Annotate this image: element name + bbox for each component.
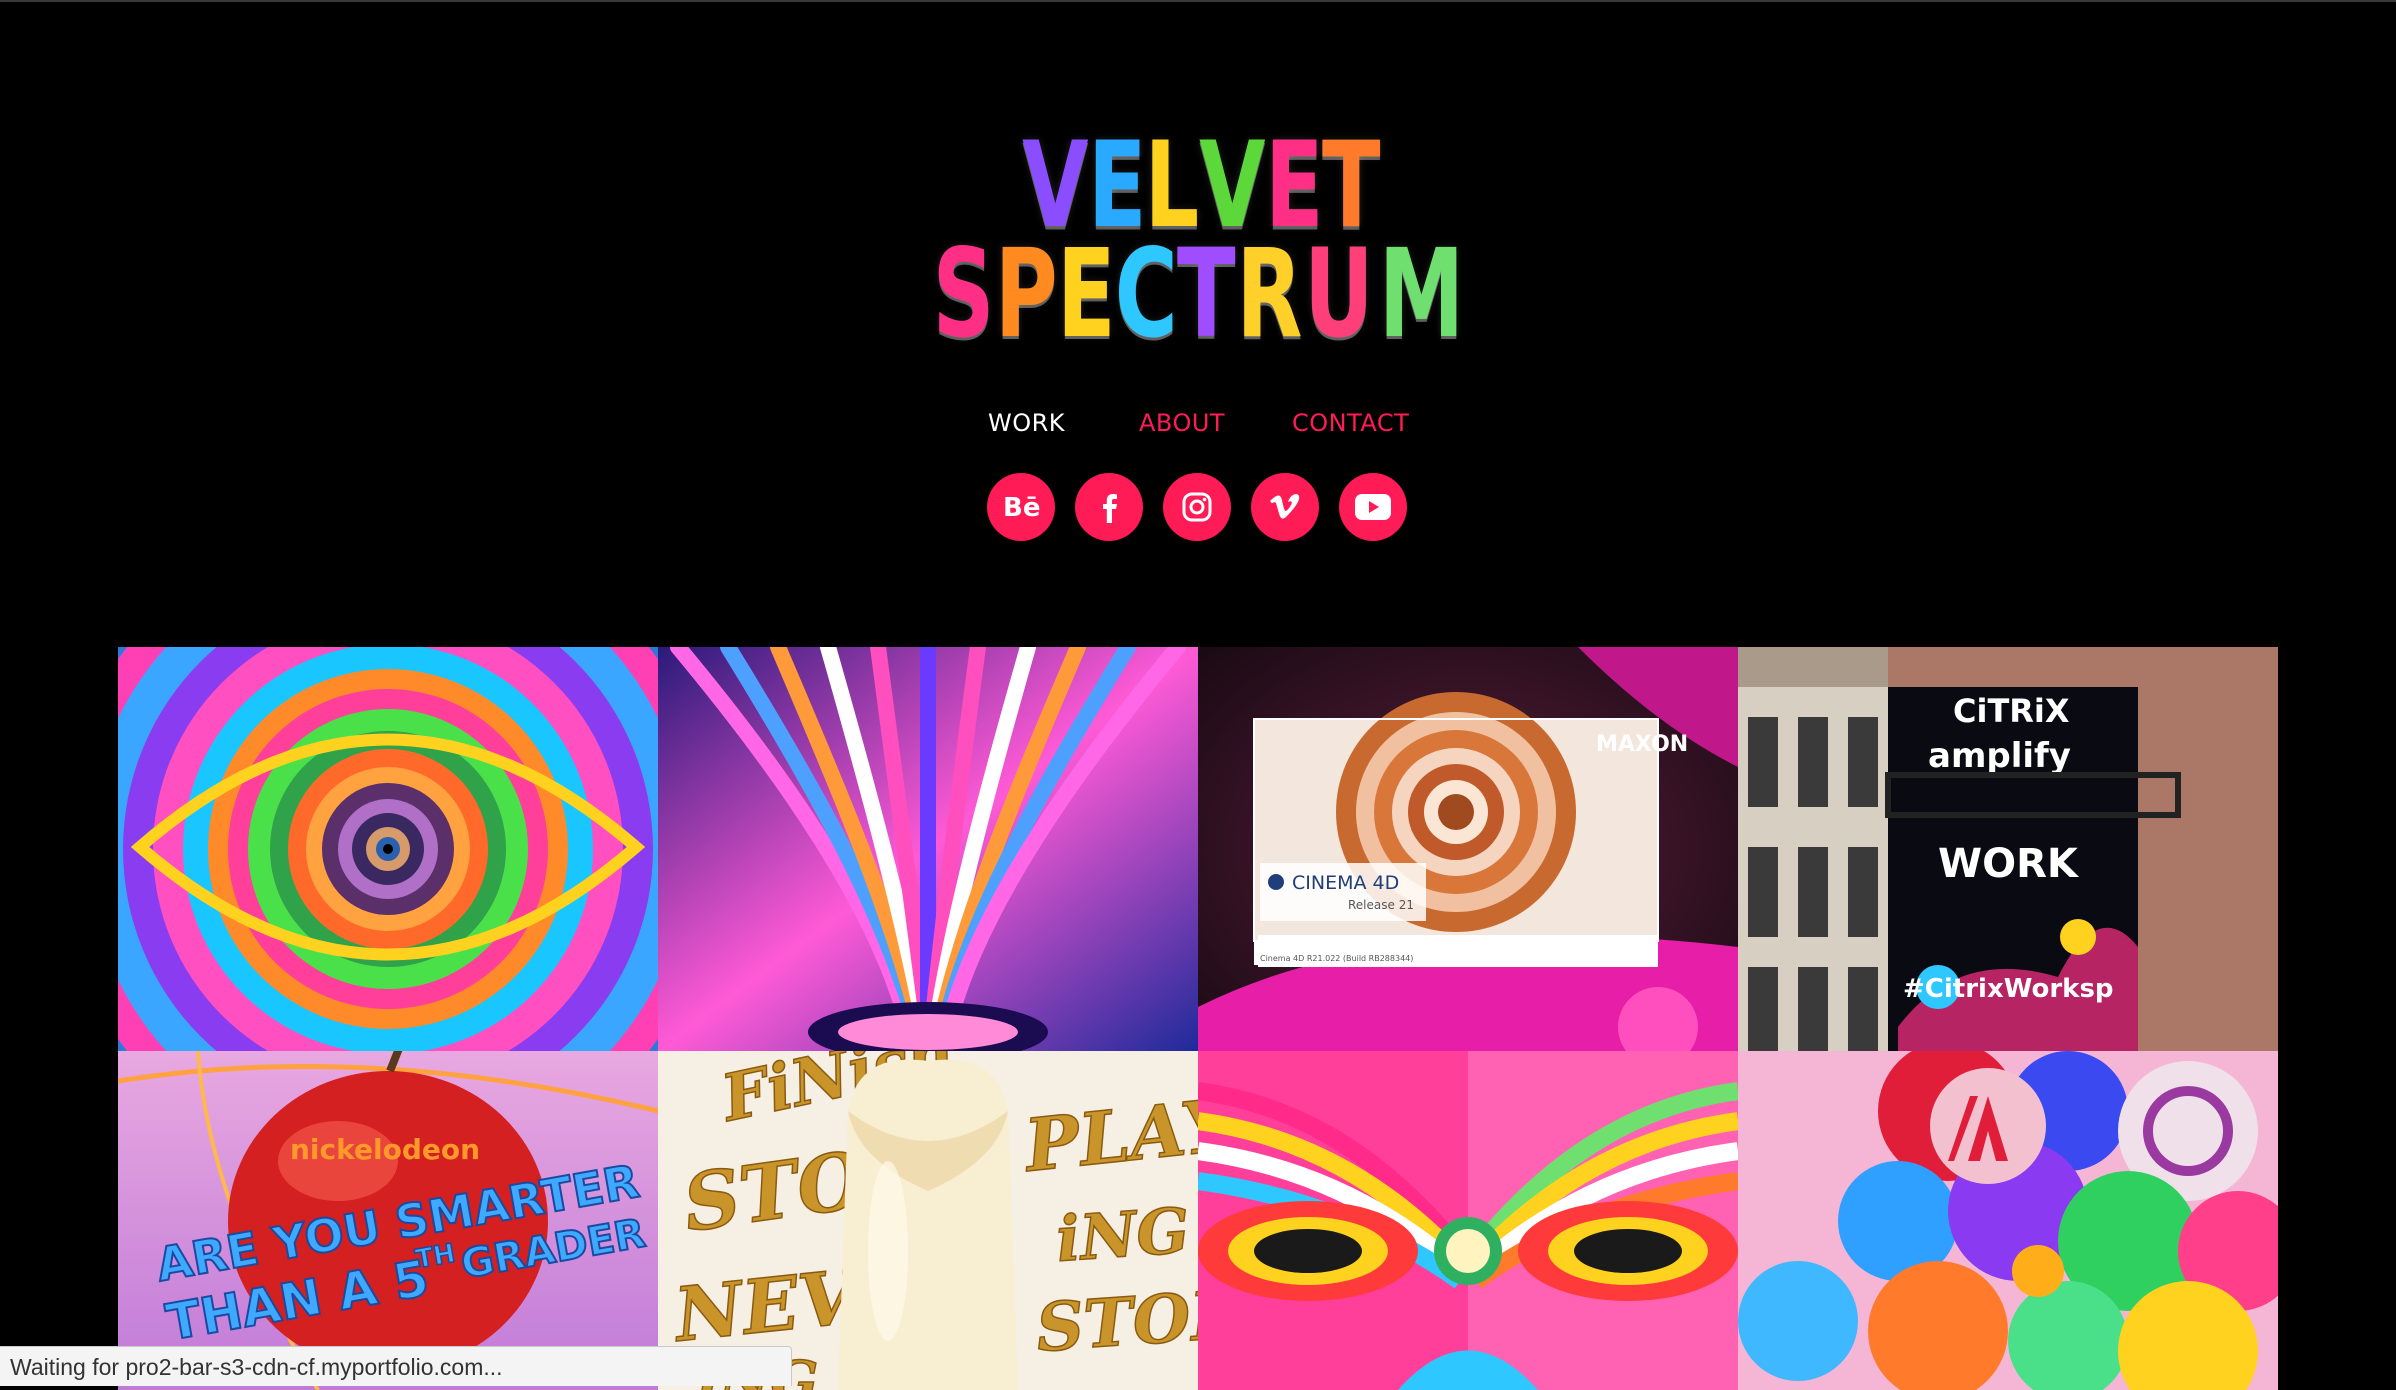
window-top-border	[0, 0, 2396, 2]
project-tile-psychedelic-tunnel[interactable]	[658, 647, 1198, 1051]
velvet-spectrum-logo[interactable]: VELVET SPECTRUM	[933, 126, 1464, 366]
adobe-balloons-artwork	[1738, 1051, 2278, 1390]
instagram-button[interactable]	[1163, 473, 1231, 541]
cinema4d-artwork: MAXON CINEMA 4D Release 21 Cinema 4D R21…	[1198, 647, 1738, 1051]
logo-spectrum-letter-5: T	[1177, 223, 1236, 366]
logo-spectrum-letter-3: E	[1057, 223, 1116, 366]
logo-spectrum-letter-7: U	[1303, 223, 1374, 366]
citrix-amplify-text: amplify	[1928, 736, 2071, 776]
nav-contact-link[interactable]: CONTACT	[1292, 406, 1409, 440]
youtube-icon	[1355, 494, 1391, 520]
cinema4d-release: Release 21	[1348, 898, 1414, 912]
logo-line-spectrum: SPECTRUM	[933, 223, 1464, 366]
cinema4d-title: CINEMA 4D	[1292, 872, 1399, 894]
behance-icon: Bē	[1003, 493, 1040, 522]
project-tile-gold-typography[interactable]: FiNish STOP PLAY NEVER iNG STOP iNG	[658, 1051, 1198, 1390]
project-tile-citrix-mural[interactable]: CiTRiX amplify WORK #CitrixWorksp	[1738, 647, 2278, 1051]
svg-text:Bē: Bē	[1003, 493, 1040, 522]
vimeo-button[interactable]	[1251, 473, 1319, 541]
citrix-mural-artwork: CiTRiX amplify WORK #CitrixWorksp	[1738, 647, 2278, 1051]
project-tile-nickelodeon[interactable]: nickelodeon ARE YOU SMARTER THAN A 5 TH …	[118, 1051, 658, 1390]
social-links: Bē	[987, 473, 1409, 541]
gold-typography-artwork: FiNish STOP PLAY NEVER iNG STOP iNG	[658, 1051, 1198, 1390]
logo-spectrum-letter-1: S	[933, 223, 995, 366]
nav-about-link[interactable]: ABOUT	[1139, 406, 1225, 440]
psychedelic-tunnel-artwork	[658, 647, 1198, 1051]
vimeo-icon	[1270, 494, 1300, 519]
logo-spectrum-letter-4: C	[1115, 223, 1178, 366]
citrix-hashtag: #CitrixWorksp	[1903, 974, 2114, 1004]
behance-button[interactable]: Bē	[987, 473, 1055, 541]
main-nav: WORK ABOUT CONTACT	[0, 406, 2396, 440]
browser-status-bar: Waiting for pro2-bar-s3-cdn-cf.myportfol…	[0, 1346, 792, 1386]
youtube-button[interactable]	[1339, 473, 1407, 541]
nav-work-link[interactable]: WORK	[988, 406, 1065, 440]
eye-spiral-artwork	[118, 647, 658, 1051]
instagram-icon	[1182, 492, 1212, 522]
nickelodeon-artwork: nickelodeon ARE YOU SMARTER THAN A 5 TH …	[118, 1051, 658, 1390]
maxon-logo: MAXON	[1596, 732, 1688, 757]
logo-spectrum-letter-2: P	[994, 223, 1058, 366]
facebook-icon	[1103, 494, 1117, 523]
project-tile-cinema4d[interactable]: MAXON CINEMA 4D Release 21 Cinema 4D R21…	[1198, 647, 1738, 1051]
nickelodeon-brand: nickelodeon	[290, 1133, 480, 1166]
rainbow-face-artwork	[1198, 1051, 1738, 1390]
citrix-work-text: WORK	[1938, 841, 2080, 887]
project-tile-adobe-balloons[interactable]	[1738, 1051, 2278, 1390]
type-word-6: STOP	[1034, 1275, 1198, 1367]
logo-spectrum-letter-8: M	[1378, 223, 1464, 366]
citrix-logo: CiTRiX	[1953, 692, 2070, 730]
logo-spectrum-letter-6: R	[1235, 223, 1302, 366]
facebook-button[interactable]	[1075, 473, 1143, 541]
project-tile-eye-spiral[interactable]	[118, 647, 658, 1051]
cinema4d-build: Cinema 4D R21.022 (Build RB288344)	[1260, 954, 1413, 963]
project-tile-rainbow-face[interactable]	[1198, 1051, 1738, 1390]
type-word-5: iNG	[1054, 1194, 1192, 1276]
